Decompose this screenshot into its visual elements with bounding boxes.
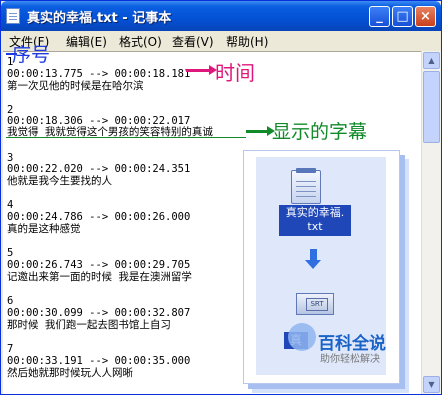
menu-edit[interactable]: 编辑(E) [66, 33, 107, 50]
srt-badge: SRT [306, 298, 328, 311]
txt-file-name-line2: txt [307, 220, 323, 233]
close-icon[interactable]: × [415, 6, 436, 27]
time-annotation: 时间 [215, 61, 255, 85]
sequence-annotation: 序号 [12, 44, 51, 66]
menu-bar: 文件(F) 编辑(E) 格式(O) 查看(V) 帮助(H) [3, 31, 439, 50]
txt-file-name-line1: 真实的幸福. [285, 206, 345, 219]
subtitle-arrow-icon [246, 126, 275, 136]
menu-help[interactable]: 帮助(H) [226, 33, 268, 50]
maximize-icon[interactable]: □ [392, 6, 413, 27]
menu-format[interactable]: 格式(O) [119, 33, 162, 50]
menu-view[interactable]: 查看(V) [172, 33, 214, 50]
watermark-subtitle: 助你轻松解决 [320, 354, 380, 365]
title-bar[interactable]: 真实的幸福.txt - 记事本 _ □ × [1, 1, 441, 31]
scroll-up-icon[interactable]: ▲ [423, 52, 440, 69]
txt-file-icon [291, 168, 321, 204]
text-line: 记邀出来第一面的时候 我是在澳洲留学 [7, 271, 192, 283]
window-title: 真实的幸福.txt - 记事本 [27, 11, 172, 26]
scroll-down-icon[interactable]: ▼ [423, 376, 440, 393]
scroll-thumb[interactable] [423, 71, 440, 143]
text-line: 他就是我今生要找的人 [7, 175, 112, 187]
minimize-icon[interactable]: _ [369, 6, 390, 27]
txt-file-label: 真实的幸福. txt [279, 205, 351, 236]
time-arrow-icon [186, 65, 217, 75]
notepad-icon [6, 8, 20, 24]
subtitle-underline [6, 137, 246, 138]
down-arrow-icon [305, 249, 321, 269]
text-line: 然后她就那时候玩人人网晰 [7, 367, 133, 379]
subtitle-annotation: 显示的字幕 [272, 121, 368, 143]
text-line: 真的是这种感觉 [7, 223, 81, 235]
text-line: 那时候 我们跑一起去图书馆上自习 [7, 319, 171, 331]
text-line: 第一次见他的时候是在哈尔滨 [7, 80, 144, 92]
watermark-logo-icon [288, 323, 316, 351]
srt-file-icon: SRT [296, 293, 334, 315]
vertical-scrollbar[interactable]: ▲ ▼ [421, 51, 441, 394]
